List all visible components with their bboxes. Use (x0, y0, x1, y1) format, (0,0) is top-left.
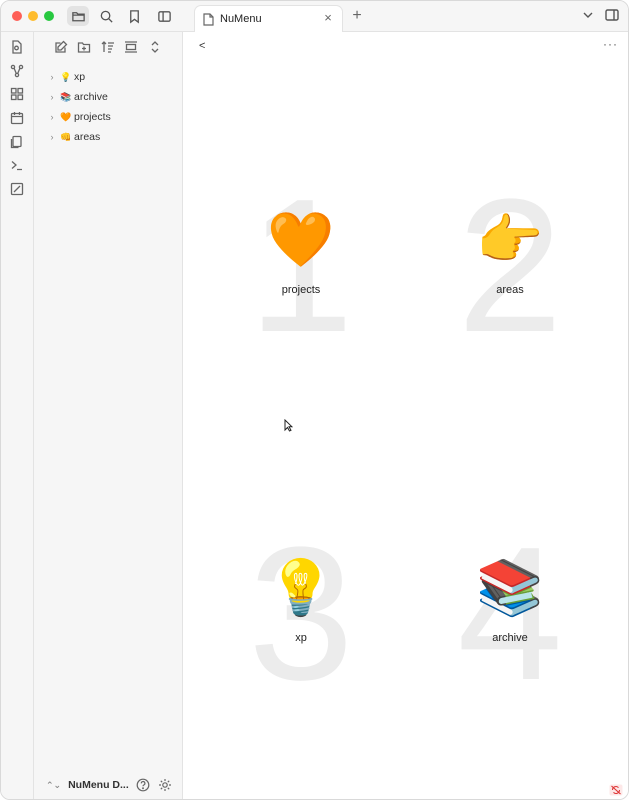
tree-item-archive[interactable]: › 📚 archive (46, 87, 176, 107)
tree-item-label: xp (74, 71, 86, 83)
tab-numenu[interactable]: NuMenu × (194, 5, 343, 32)
orange-heart-icon: 🧡 (60, 111, 72, 122)
tree-item-label: areas (74, 131, 101, 143)
menu-tile-archive[interactable]: 4 📚 archive (415, 514, 605, 714)
calendar-icon[interactable] (9, 110, 25, 126)
vault-name: NuMenu D... (68, 779, 129, 791)
tree-item-label: archive (74, 91, 108, 103)
tile-label: archive (492, 632, 528, 644)
file-explorer: › 💡 xp › 📚 archive › 🧡 projects › 👊 area… (34, 32, 183, 799)
more-options-icon[interactable]: ··· (603, 37, 619, 51)
zoom-window-button[interactable] (44, 11, 54, 21)
tile-label: projects (281, 284, 321, 296)
ribbon (1, 32, 34, 799)
tree-item-areas[interactable]: › 👊 areas (46, 127, 176, 147)
pages-icon[interactable] (9, 134, 25, 150)
chevron-right-icon[interactable]: › (46, 132, 58, 142)
books-icon: 📚 (476, 558, 544, 618)
new-tab-icon[interactable]: + (349, 7, 365, 25)
gear-icon[interactable] (158, 778, 172, 792)
file-tree: › 💡 xp › 📚 archive › 🧡 projects › 👊 area… (46, 67, 176, 147)
new-note-icon[interactable] (53, 39, 69, 55)
sidebar-toggle-icon[interactable] (153, 6, 175, 26)
close-tab-icon[interactable]: × (321, 11, 335, 25)
chevron-right-icon[interactable]: › (46, 72, 58, 82)
tab-title: NuMenu (220, 13, 262, 25)
mouse-cursor-icon (284, 419, 293, 432)
minimize-window-button[interactable] (28, 11, 38, 21)
slides-icon[interactable] (9, 181, 25, 197)
close-window-button[interactable] (12, 11, 22, 21)
chevron-right-icon[interactable]: › (46, 112, 58, 122)
lightbulb-icon: 💡 (267, 558, 335, 618)
lightbulb-icon: 💡 (60, 71, 72, 82)
right-sidebar-toggle-icon[interactable] (605, 8, 621, 24)
fist-icon: 👊 (60, 131, 72, 142)
expand-icon[interactable] (147, 39, 163, 55)
menu-tile-xp[interactable]: 3 💡 xp (206, 514, 396, 714)
editor-pane: < ··· 1 🧡 projects 2 👉 areas 3 💡 xp 4 📚 … (183, 32, 628, 799)
menu-tile-projects[interactable]: 1 🧡 projects (206, 166, 396, 366)
pointing-hand-icon: 👉 (476, 210, 544, 270)
chevron-down-icon[interactable] (581, 8, 595, 24)
menu-tile-areas[interactable]: 2 👉 areas (415, 166, 605, 366)
search-icon[interactable] (95, 6, 117, 26)
tile-label: xp (295, 632, 307, 644)
canvas-icon[interactable] (9, 86, 25, 102)
tree-item-label: projects (74, 111, 111, 123)
terminal-icon[interactable] (9, 157, 25, 173)
help-icon[interactable] (136, 778, 150, 792)
orange-heart-icon: 🧡 (267, 210, 335, 270)
graph-icon[interactable] (9, 63, 25, 79)
chevron-updown-icon: ⌃⌄ (46, 779, 62, 790)
tree-item-projects[interactable]: › 🧡 projects (46, 107, 176, 127)
title-bar: NuMenu × + (1, 1, 628, 32)
back-button[interactable]: < (199, 40, 211, 52)
collapse-icon[interactable] (123, 39, 139, 55)
chevron-right-icon[interactable]: › (46, 92, 58, 102)
bookmark-icon[interactable] (123, 6, 145, 26)
sync-status-icon[interactable] (609, 784, 623, 796)
tile-label: areas (496, 284, 524, 296)
window-controls (12, 11, 54, 21)
folder-icon[interactable] (67, 6, 89, 26)
quick-switcher-icon[interactable] (9, 39, 25, 55)
tree-item-xp[interactable]: › 💡 xp (46, 67, 176, 87)
books-icon: 📚 (60, 91, 72, 102)
app-window: NuMenu × + › 💡 xp › 📚 archive › 🧡 projec… (0, 0, 629, 800)
document-icon (203, 12, 214, 26)
new-folder-icon[interactable] (76, 39, 92, 55)
sort-icon[interactable] (100, 39, 116, 55)
